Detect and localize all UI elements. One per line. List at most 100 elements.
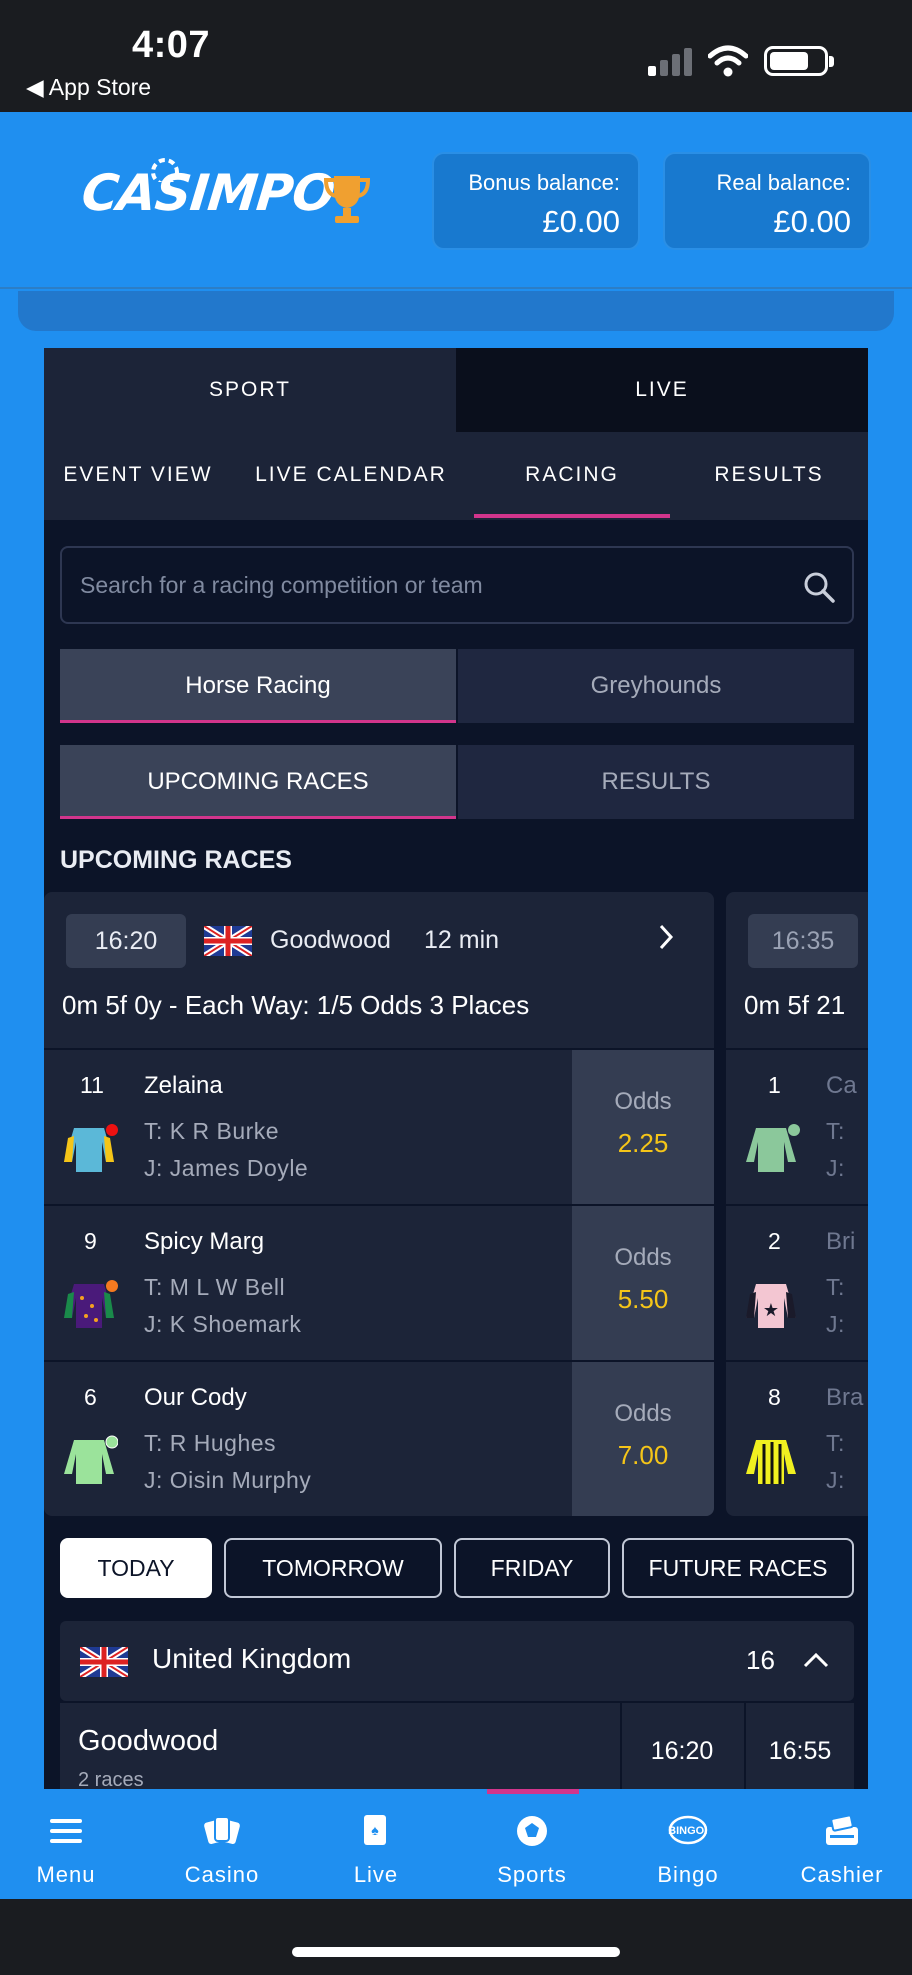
runner-jockey: J: Oisin Murphy (144, 1467, 312, 1493)
runner-name: Bra (826, 1384, 864, 1411)
country-accordion[interactable]: United Kingdom 16 (60, 1621, 854, 1701)
bottom-navigation (0, 1789, 912, 1899)
casimpo-logo[interactable]: CASIMPO (79, 164, 337, 222)
meeting-race-count: 2 races (78, 1769, 144, 1790)
tab-sport[interactable]: SPORT (44, 348, 456, 432)
day-filter-tomorrow[interactable]: TOMORROW (224, 1538, 442, 1598)
signal-icon (648, 48, 692, 76)
jockey-silks-icon (64, 1124, 118, 1172)
country-name: United Kingdom (152, 1643, 352, 1674)
runner-number: 11 (80, 1072, 104, 1098)
nav-label: Live (353, 1862, 399, 1887)
subtab-live-calendar[interactable]: LIVE CALENDAR (250, 432, 452, 520)
race-time: 16:20 (66, 914, 186, 968)
odds-value: 5.50 (617, 1284, 669, 1314)
jockey-silks-icon (746, 1440, 796, 1484)
promo-strip (18, 291, 894, 331)
sportsbook-panel: SPORT LIVE EVENT VIEW LIVE CALENDAR RACI… (44, 348, 868, 1790)
bonus-balance-box[interactable]: Bonus balance: £0.00 (432, 152, 640, 250)
runner-name: Our Cody (144, 1384, 247, 1411)
active-tab-underline (474, 514, 670, 518)
race-details: 0m 5f 0y - Each Way: 1/5 Odds 3 Places (62, 990, 530, 1020)
runner-row[interactable]: 8 Bra T: J: (726, 1360, 868, 1515)
runner-row[interactable]: 9 Spicy Marg T: M L W Bell J: K Shoemark… (44, 1204, 714, 1361)
runner-jockey: J: James Doyle (144, 1155, 309, 1181)
runner-name: Bri (826, 1228, 856, 1255)
runner-row[interactable]: 1 Ca T: J: (726, 1048, 868, 1203)
jockey-silks-icon (64, 1280, 118, 1328)
chevron-right-icon[interactable] (656, 922, 676, 952)
chevron-up-icon[interactable] (802, 1649, 830, 1671)
svg-text:♠: ♠ (371, 1822, 379, 1838)
odds-label: Odds (614, 1400, 672, 1427)
horse-racing-toggle[interactable]: Horse Racing (60, 649, 456, 723)
odds-button[interactable]: Odds 5.50 (572, 1206, 714, 1361)
battery-icon (764, 46, 834, 76)
runner-name: Spicy Marg (144, 1228, 265, 1255)
runner-number: 1 (768, 1072, 781, 1098)
bonus-balance-value: £0.00 (542, 204, 620, 239)
meeting-row[interactable]: Goodwood 2 races 16:20 16:55 (60, 1703, 854, 1790)
runner-jockey: J: (826, 1155, 845, 1181)
race-card[interactable]: 16:20 Goodwood 12 min 0m 5f 0y - Each Wa… (44, 892, 714, 1516)
subtab-event-view[interactable]: EVENT VIEW (44, 432, 232, 520)
results-toggle[interactable]: RESULTS (458, 745, 854, 819)
tab-live[interactable]: LIVE (456, 348, 868, 432)
day-filter-friday[interactable]: FRIDAY (454, 1538, 610, 1598)
bonus-balance-label: Bonus balance: (468, 170, 620, 195)
nav-cashier[interactable]: Cashier (782, 1789, 902, 1899)
svg-text:★: ★ (763, 1300, 779, 1320)
meeting-race-time[interactable]: 16:55 (744, 1703, 854, 1790)
cashier-icon (826, 1814, 858, 1845)
subtab-results[interactable]: RESULTS (684, 432, 854, 520)
odds-label: Odds (614, 1088, 672, 1115)
runner-number: 8 (768, 1384, 781, 1410)
real-balance-box[interactable]: Real balance: £0.00 (663, 152, 871, 250)
greyhounds-toggle[interactable]: Greyhounds (458, 649, 854, 723)
runner-row[interactable]: 11 Zelaina T: K R Burke J: James Doyle O… (44, 1048, 714, 1205)
trophy-icon[interactable] (322, 172, 372, 228)
meeting-name: Goodwood (78, 1725, 219, 1757)
upcoming-races-toggle[interactable]: UPCOMING RACES (60, 745, 456, 819)
subtab-racing[interactable]: RACING (474, 432, 670, 520)
search-input[interactable]: Search for a racing competition or team (60, 546, 854, 624)
casino-cards-icon (204, 1816, 240, 1845)
site-header: CASIMPO Bonus balance: £0.00 Real balanc… (0, 112, 912, 289)
nav-sports[interactable]: Sports (472, 1789, 592, 1899)
meeting-race-time[interactable]: 16:20 (620, 1703, 742, 1790)
nav-live[interactable]: ♠ Live (316, 1789, 436, 1899)
search-icon[interactable] (802, 570, 836, 604)
runner-trainer: T: (826, 1274, 845, 1300)
nav-bingo[interactable]: BINGO! Bingo (628, 1789, 748, 1899)
runner-number: 6 (84, 1384, 97, 1410)
nav-label: Cashier (800, 1862, 884, 1887)
nav-menu[interactable]: Menu (6, 1789, 126, 1899)
odds-button[interactable]: Odds 7.00 (572, 1362, 714, 1516)
uk-flag-icon (204, 926, 252, 956)
day-filter-future[interactable]: FUTURE RACES (622, 1538, 854, 1598)
odds-label: Odds (614, 1244, 672, 1271)
runner-jockey: J: (826, 1467, 845, 1493)
nav-label: Bingo (657, 1862, 719, 1887)
runner-trainer: T: R Hughes (144, 1430, 277, 1456)
uk-flag-icon (80, 1647, 128, 1677)
svg-text:BINGO!: BINGO! (668, 1825, 708, 1837)
runner-row[interactable]: 6 Our Cody T: R Hughes J: Oisin Murphy O… (44, 1360, 714, 1516)
home-indicator[interactable] (292, 1947, 620, 1957)
menu-icon (50, 1819, 82, 1843)
runner-row[interactable]: 2 Bri ★ T: J: (726, 1204, 868, 1359)
status-bar: 4:07 ◀ App Store (0, 0, 912, 112)
race-card[interactable]: 16:35 0m 5f 21 1 Ca T: J: 2 Bri ★ T: J: … (726, 892, 868, 1516)
day-filter-today[interactable]: TODAY (60, 1538, 212, 1598)
runner-trainer: T: K R Burke (144, 1118, 280, 1144)
runner-jockey: J: K Shoemark (144, 1311, 302, 1337)
jockey-silks-icon (64, 1435, 118, 1484)
odds-button[interactable]: Odds 2.25 (572, 1050, 714, 1205)
runner-jockey: J: (826, 1311, 845, 1337)
real-balance-value: £0.00 (773, 204, 851, 239)
nav-casino[interactable]: Casino (162, 1789, 282, 1899)
section-title: UPCOMING RACES (60, 846, 292, 874)
odds-value: 2.25 (617, 1128, 669, 1158)
back-to-app-store[interactable]: ◀ App Store (26, 74, 151, 101)
race-time: 16:35 (748, 914, 858, 968)
